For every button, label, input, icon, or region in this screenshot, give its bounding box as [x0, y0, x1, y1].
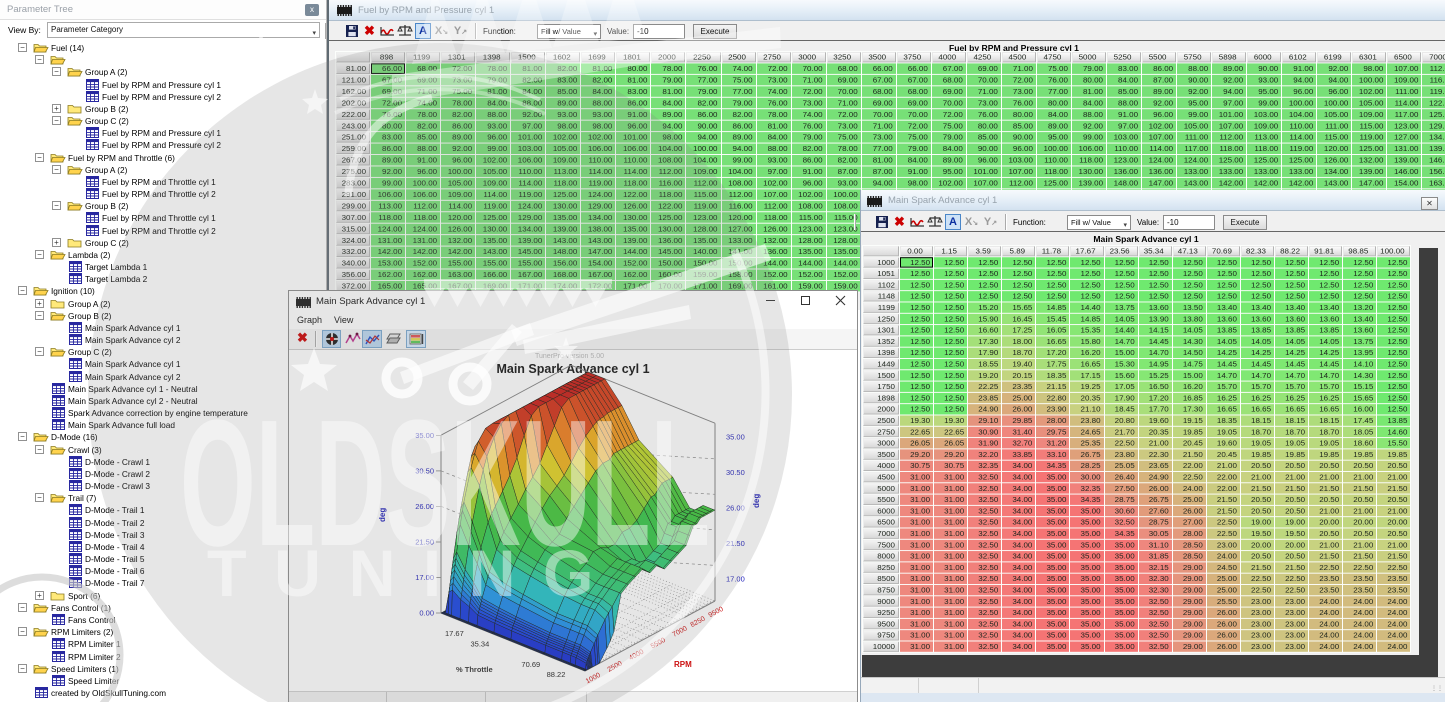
- svg-text:7000: 7000: [671, 625, 688, 639]
- svg-text:30.50: 30.50: [726, 468, 745, 477]
- svg-text:deg: deg: [752, 494, 761, 508]
- svg-text:21.50: 21.50: [415, 538, 434, 547]
- svg-text:88.22: 88.22: [547, 670, 566, 679]
- svg-text:8250: 8250: [689, 615, 706, 629]
- svg-text:26.00: 26.00: [726, 503, 745, 512]
- svg-text:1000: 1000: [585, 672, 602, 686]
- svg-text:35.00: 35.00: [726, 432, 745, 441]
- svg-text:0.00: 0.00: [419, 609, 434, 618]
- svg-text:17.00: 17.00: [726, 575, 745, 584]
- svg-text:26.00: 26.00: [415, 502, 434, 511]
- svg-text:Main Spark Advance cyl 1: Main Spark Advance cyl 1: [496, 362, 649, 376]
- svg-text:5500: 5500: [650, 637, 667, 651]
- svg-text:2500: 2500: [606, 660, 623, 674]
- svg-text:TunerPro version 5.00: TunerPro version 5.00: [535, 353, 604, 360]
- svg-text:17.67: 17.67: [445, 629, 464, 638]
- svg-text:% Throttle: % Throttle: [456, 665, 493, 674]
- svg-text:70.69: 70.69: [521, 660, 540, 669]
- svg-text:4000: 4000: [628, 649, 645, 663]
- svg-text:35.34: 35.34: [471, 640, 490, 649]
- svg-text:17.00: 17.00: [415, 573, 434, 582]
- svg-text:9500: 9500: [708, 606, 725, 620]
- svg-text:21.50: 21.50: [726, 539, 745, 548]
- svg-text:RPM: RPM: [674, 660, 692, 669]
- svg-text:30.50: 30.50: [415, 466, 434, 475]
- svg-text:35.00: 35.00: [415, 431, 434, 440]
- svg-text:deg: deg: [378, 508, 387, 522]
